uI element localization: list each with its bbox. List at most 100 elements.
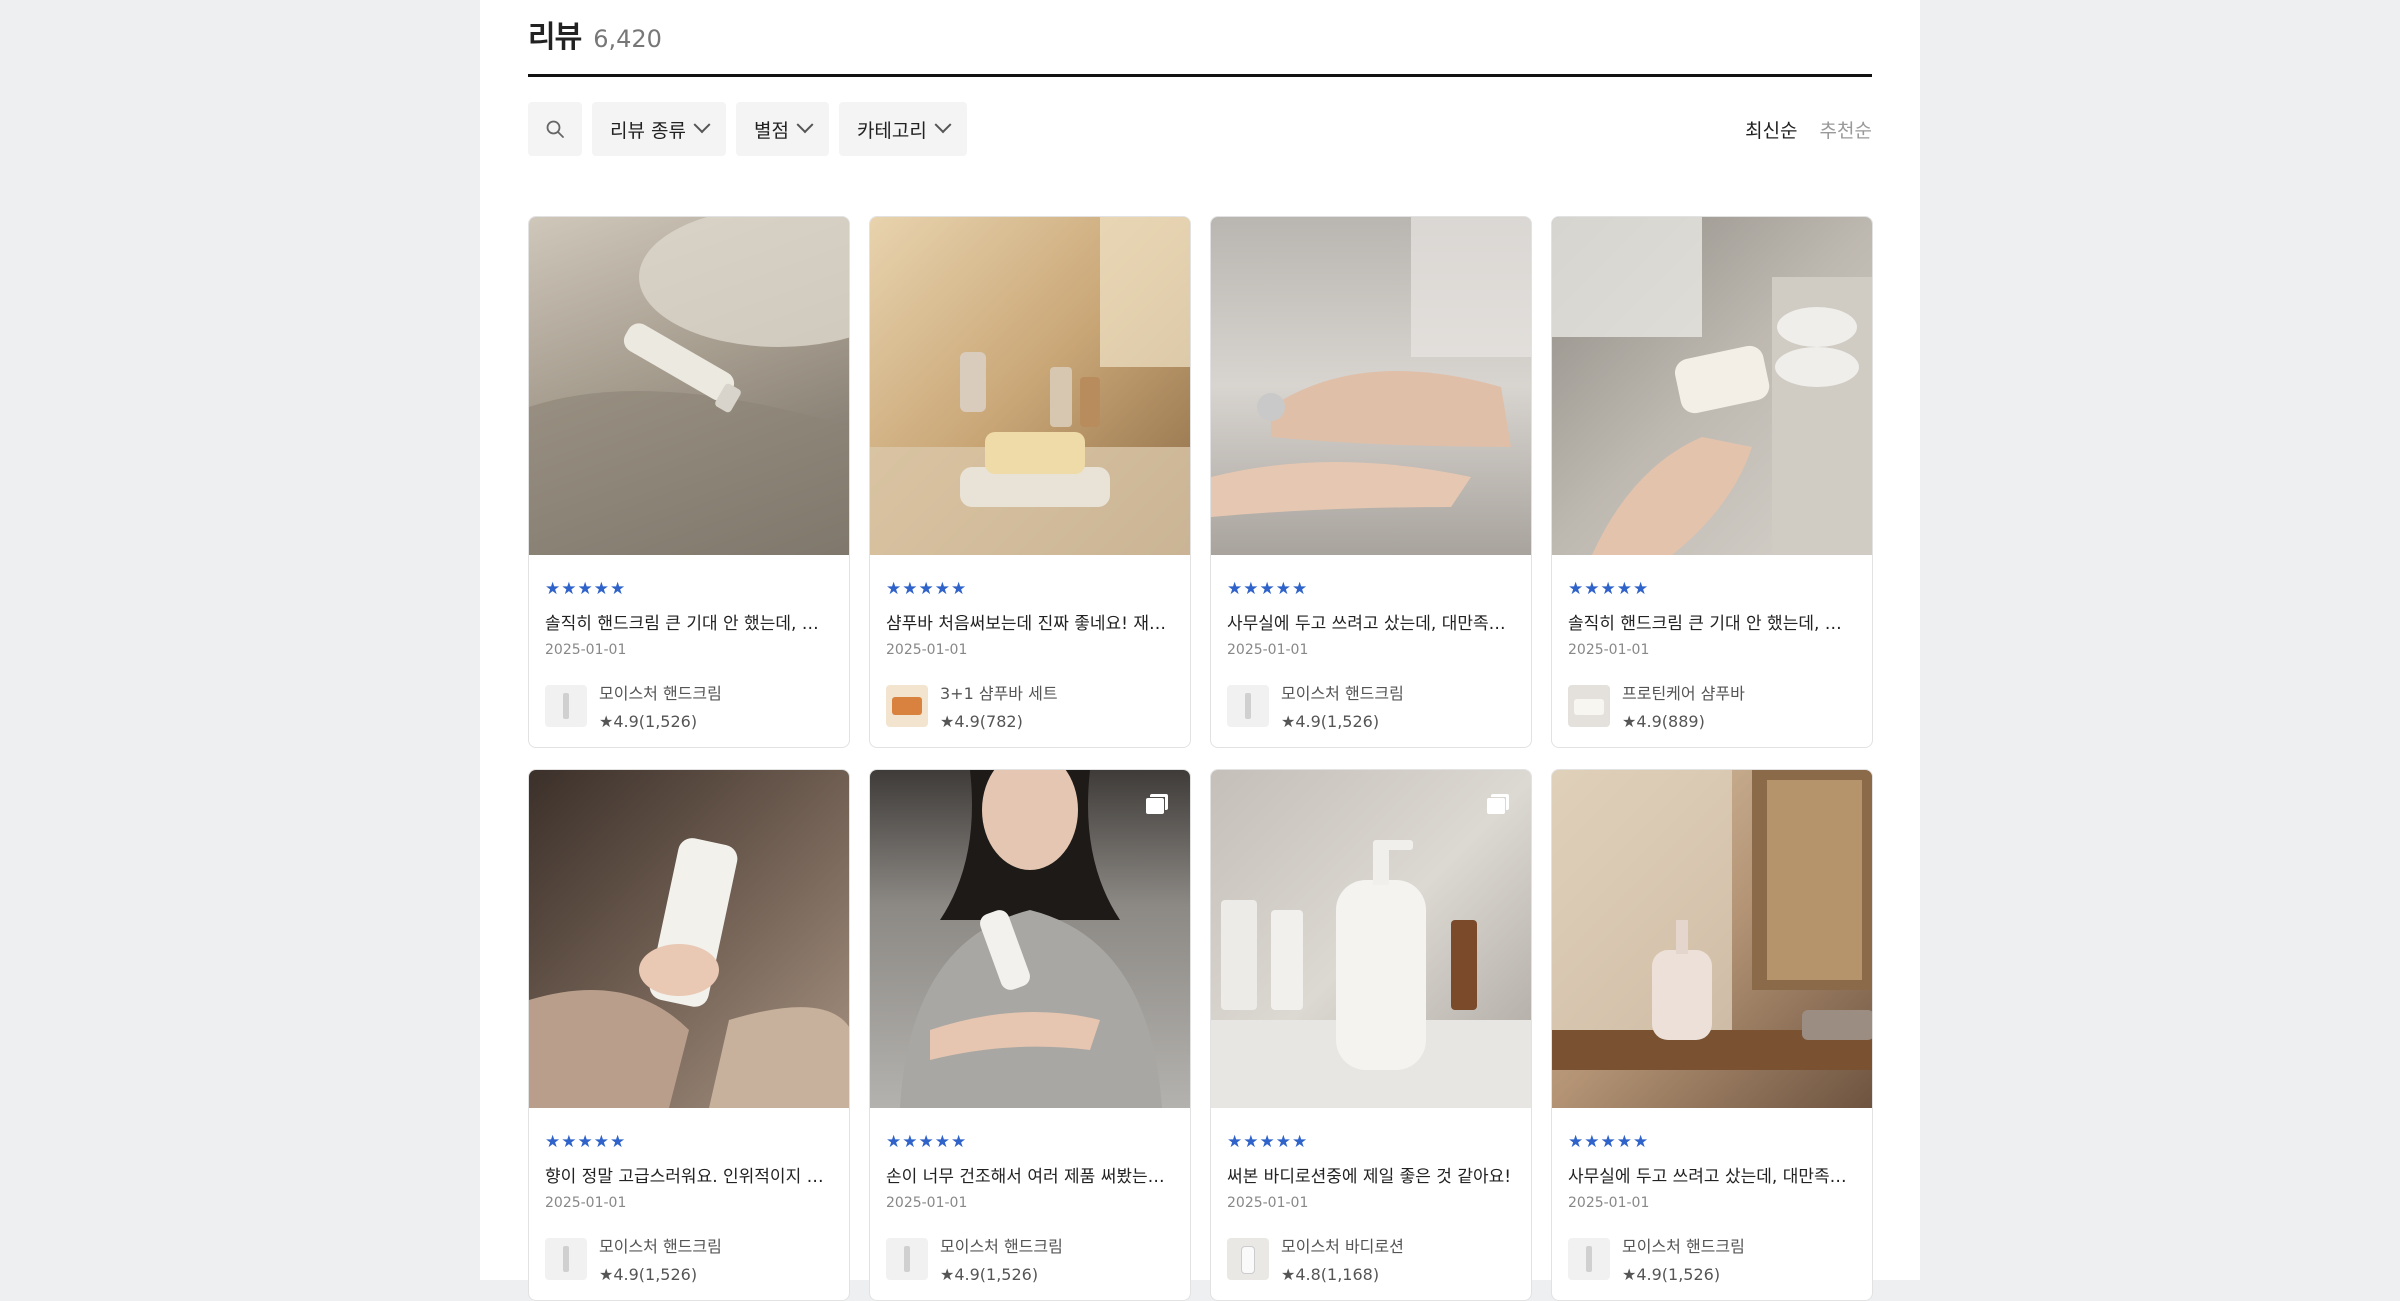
star-rating: ★★★★★: [886, 1132, 968, 1152]
star-rating: ★★★★★: [1568, 1132, 1650, 1152]
photo-art: [870, 217, 1190, 555]
photo-art: [529, 217, 849, 555]
filter-rating[interactable]: 별점: [735, 102, 829, 156]
review-photo: [1552, 217, 1872, 555]
filter-label: 카테고리: [856, 119, 927, 142]
photo-art: [1552, 217, 1872, 555]
review-date: 2025-01-01: [545, 642, 627, 658]
review-text: 샴푸바 처음써보는데 진짜 좋네요! 재구...: [886, 614, 1174, 634]
review-count: 6,420: [593, 25, 662, 53]
review-photo: [529, 770, 849, 1108]
filter-category[interactable]: 카테고리: [838, 102, 967, 156]
review-photo: [1211, 217, 1531, 555]
product-info[interactable]: 모이스처 핸드크림 ★4.9(1,526): [886, 1233, 1174, 1284]
product-thumbnail: [1227, 684, 1269, 727]
review-card[interactable]: ★★★★★ 향이 정말 고급스러워요. 인위적이지 않... 2025-01-0…: [528, 769, 850, 1301]
multi-photo-icon: [1146, 794, 1168, 814]
review-photo: [870, 217, 1190, 555]
review-card[interactable]: ★★★★★ 손이 너무 건조해서 여러 제품 써봤는데,... 2025-01-…: [869, 769, 1191, 1301]
review-card[interactable]: ★★★★★ 사무실에 두고 쓰려고 샀는데, 대만족입... 2025-01-0…: [1551, 769, 1873, 1301]
product-rating: ★4.9(782): [940, 712, 1023, 731]
product-thumbnail: [1568, 1237, 1610, 1280]
sort-latest[interactable]: 최신순: [1745, 116, 1797, 143]
product-name: 모이스처 바디로션: [1281, 1237, 1404, 1256]
product-thumbnail: [1227, 1237, 1269, 1280]
photo-art: [1211, 217, 1531, 517]
photo-art: [900, 770, 1162, 1108]
review-photo: [1211, 770, 1531, 1108]
filter-label: 별점: [753, 119, 789, 142]
multi-photo-icon: [1487, 794, 1509, 814]
product-info[interactable]: 모이스처 바디로션 ★4.8(1,168): [1227, 1233, 1515, 1284]
review-card[interactable]: ★★★★★ 사무실에 두고 쓰려고 샀는데, 대만족입... 2025-01-0…: [1210, 216, 1532, 748]
review-text: 솔직히 핸드크림 큰 기대 안 했는데, 이건...: [545, 614, 833, 634]
review-text: 써본 바디로션중에 제일 좋은 것 같아요!: [1227, 1167, 1512, 1187]
review-card[interactable]: ★★★★★ 솔직히 핸드크림 큰 기대 안 했는데, 이건... 2025-01…: [528, 216, 850, 748]
star-rating: ★★★★★: [886, 579, 968, 599]
product-rating: ★4.9(1,526): [1622, 1265, 1721, 1284]
product-rating: ★4.9(1,526): [1281, 712, 1380, 731]
filter-label: 리뷰 종류: [610, 119, 686, 142]
review-card[interactable]: ★★★★★ 써본 바디로션중에 제일 좋은 것 같아요! 2025-01-01 …: [1210, 769, 1532, 1301]
star-rating: ★★★★★: [1568, 579, 1650, 599]
review-photo: [870, 770, 1190, 1108]
product-info[interactable]: 모이스처 핸드크림 ★4.9(1,526): [1227, 680, 1515, 731]
product-rating: ★4.8(1,168): [1281, 1265, 1380, 1284]
product-info[interactable]: 모이스처 핸드크림 ★4.9(1,526): [1568, 1233, 1856, 1284]
product-rating: ★4.9(1,526): [599, 1265, 698, 1284]
chevron-down-icon: [796, 116, 814, 134]
star-rating: ★★★★★: [545, 1132, 627, 1152]
review-photo: [1552, 770, 1872, 1108]
filter-toolbar: 리뷰 종류 별점 카테고리 최신순 추천순: [528, 102, 1872, 156]
product-thumbnail: [1568, 684, 1610, 727]
review-text: 사무실에 두고 쓰려고 샀는데, 대만족입...: [1227, 614, 1515, 634]
sort-recommended[interactable]: 추천순: [1820, 116, 1872, 143]
product-thumbnail: [545, 1237, 587, 1280]
product-info[interactable]: 모이스처 핸드크림 ★4.9(1,526): [545, 680, 833, 731]
product-name: 3+1 샴푸바 세트: [940, 684, 1058, 703]
review-date: 2025-01-01: [886, 1195, 968, 1211]
review-date: 2025-01-01: [545, 1195, 627, 1211]
chevron-down-icon: [693, 116, 711, 134]
review-date: 2025-01-01: [1568, 642, 1650, 658]
product-name: 프로틴케어 샴푸바: [1622, 684, 1745, 703]
review-card[interactable]: ★★★★★ 샴푸바 처음써보는데 진짜 좋네요! 재구... 2025-01-0…: [869, 216, 1191, 748]
product-thumbnail: [545, 684, 587, 727]
search-button[interactable]: [528, 102, 582, 156]
product-name: 모이스처 핸드크림: [599, 684, 722, 703]
header-divider: [528, 74, 1872, 77]
product-rating: ★4.9(1,526): [940, 1265, 1039, 1284]
product-info[interactable]: 프로틴케어 샴푸바 ★4.9(889): [1568, 680, 1856, 731]
review-text: 사무실에 두고 쓰려고 샀는데, 대만족입...: [1568, 1167, 1856, 1187]
review-date: 2025-01-01: [1568, 1195, 1650, 1211]
review-photo: [529, 217, 849, 555]
review-card[interactable]: ★★★★★ 솔직히 핸드크림 큰 기대 안 했는데, 이건... 2025-01…: [1551, 216, 1873, 748]
star-rating: ★★★★★: [545, 579, 627, 599]
product-thumbnail: [886, 684, 928, 727]
product-name: 모이스처 핸드크림: [1281, 684, 1404, 703]
product-info[interactable]: 모이스처 핸드크림 ★4.9(1,526): [545, 1233, 833, 1284]
review-text: 향이 정말 고급스러워요. 인위적이지 않...: [545, 1167, 833, 1187]
star-rating: ★★★★★: [1227, 579, 1309, 599]
photo-art: [1552, 770, 1872, 1070]
search-icon: [546, 120, 564, 138]
photo-art: [1211, 840, 1531, 1108]
product-rating: ★4.9(1,526): [599, 712, 698, 731]
review-date: 2025-01-01: [886, 642, 968, 658]
product-thumbnail: [886, 1237, 928, 1280]
product-name: 모이스처 핸드크림: [599, 1237, 722, 1256]
review-date: 2025-01-01: [1227, 642, 1309, 658]
filter-review-type[interactable]: 리뷰 종류: [592, 102, 726, 156]
page: 리뷰 6,420 리뷰 종류 별점 카테고리 최신순 추천순 ★★★★★ 솔직히…: [480, 0, 1920, 1301]
review-date: 2025-01-01: [1227, 1195, 1309, 1211]
section-header: 리뷰 6,420: [528, 12, 662, 55]
page-title: 리뷰: [528, 20, 582, 55]
photo-art: [529, 838, 849, 1108]
star-rating: ★★★★★: [1227, 1132, 1309, 1152]
product-name: 모이스처 핸드크림: [940, 1237, 1063, 1256]
chevron-down-icon: [934, 116, 952, 134]
product-rating: ★4.9(889): [1622, 712, 1705, 731]
product-info[interactable]: 3+1 샴푸바 세트 ★4.9(782): [886, 680, 1174, 731]
review-text: 손이 너무 건조해서 여러 제품 써봤는데,...: [886, 1167, 1174, 1187]
review-grid: ★★★★★ 솔직히 핸드크림 큰 기대 안 했는데, 이건... 2025-01…: [528, 216, 1873, 1301]
